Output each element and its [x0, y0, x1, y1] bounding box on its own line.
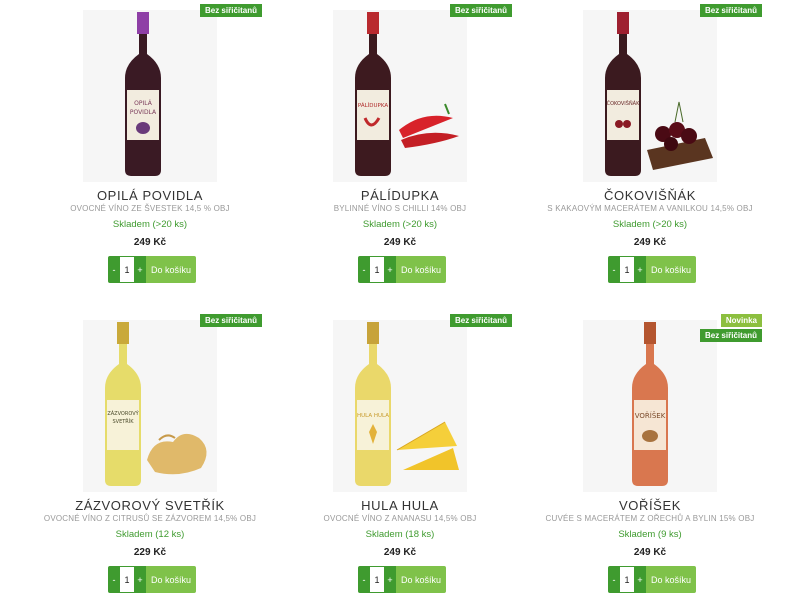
add-to-cart-group: - 1 + Do košíku — [608, 566, 696, 593]
add-to-cart-button[interactable]: Do košíku — [146, 256, 196, 283]
product-card[interactable]: VOŘÍŠEK Novinka Bez siřičitanů VOŘÍŠEK C… — [525, 310, 775, 610]
product-price: 249 Kč — [133, 237, 167, 248]
stock-status: Skladem (12 ks) — [115, 529, 185, 540]
badge-no-sulfites: Bez siřičitanů — [449, 4, 512, 17]
product-description: S KAKAOVÝM MACERÁTEM A VANILKOU 14,5% OB… — [547, 204, 753, 213]
product-description: OVOCNÉ VÍNO Z ANANASU 14,5% OBJ — [323, 514, 477, 523]
product-name[interactable]: VOŘÍŠEK — [525, 498, 775, 513]
quantity-decrease-button[interactable]: - — [108, 566, 120, 593]
quantity-increase-button[interactable]: + — [134, 256, 146, 283]
quantity-input[interactable]: 1 — [120, 566, 134, 593]
quantity-increase-button[interactable]: + — [384, 256, 396, 283]
product-price: 229 Kč — [133, 547, 167, 558]
badge-new: Novinka — [720, 314, 762, 327]
add-to-cart-group: - 1 + Do košíku — [108, 566, 196, 593]
stock-status: Skladem (>20 ks) — [612, 219, 688, 230]
product-name[interactable]: ČOKOVIŠŇÁK — [525, 188, 775, 203]
product-price: 249 Kč — [633, 547, 667, 558]
badge-no-sulfites: Bez siřičitanů — [699, 4, 762, 17]
stock-status: Skladem (>20 ks) — [362, 219, 438, 230]
add-to-cart-group: - 1 + Do košíku — [358, 566, 446, 593]
product-image[interactable]: HULA HULA — [333, 320, 467, 492]
badge-group: Bez siřičitanů — [449, 4, 512, 17]
product-price: 249 Kč — [383, 547, 417, 558]
add-to-cart-group: - 1 + Do košíku — [608, 256, 696, 283]
quantity-decrease-button[interactable]: - — [108, 256, 120, 283]
badge-no-sulfites: Bez siřičitanů — [449, 314, 512, 327]
product-price: 249 Kč — [383, 237, 417, 248]
product-image[interactable]: ČOKOVIŠŇÁK — [583, 10, 717, 182]
add-to-cart-button[interactable]: Do košíku — [646, 566, 696, 593]
product-image[interactable]: PÁLÍDUPKA — [333, 10, 467, 182]
quantity-increase-button[interactable]: + — [634, 256, 646, 283]
product-description: OVOCNÉ VÍNO Z CITRUSŮ SE ZÁZVOREM 14,5% … — [43, 514, 257, 523]
product-name[interactable]: PÁLÍDUPKA — [275, 188, 525, 203]
quantity-increase-button[interactable]: + — [384, 566, 396, 593]
product-description: BYLINNÉ VÍNO S CHILLI 14% OBJ — [333, 204, 467, 213]
quantity-decrease-button[interactable]: - — [358, 256, 370, 283]
product-name[interactable]: HULA HULA — [275, 498, 525, 513]
quantity-decrease-button[interactable]: - — [358, 566, 370, 593]
svg-text:OPILÁ: OPILÁ — [134, 100, 153, 107]
product-card[interactable]: PÁLÍDUPKA Bez siřičitanů PÁLÍDUPKA BYLIN… — [275, 0, 525, 300]
product-card[interactable]: HULA HULA Bez siřičitanů HULA HULA OVOCN… — [275, 310, 525, 610]
product-price: 249 Kč — [633, 237, 667, 248]
svg-text:VOŘÍŠEK: VOŘÍŠEK — [635, 411, 666, 420]
add-to-cart-group: - 1 + Do košíku — [358, 256, 446, 283]
add-to-cart-button[interactable]: Do košíku — [396, 566, 446, 593]
product-card[interactable]: ZÁZVOROVÝ SVETŘÍK Bez siřičitanů ZÁZVORO… — [25, 310, 275, 610]
badge-group: Bez siřičitanů — [699, 4, 762, 17]
quantity-decrease-button[interactable]: - — [608, 566, 620, 593]
badge-no-sulfites: Bez siřičitanů — [199, 4, 262, 17]
product-description: OVOCNÉ VÍNO ZE ŠVESTEK 14,5 % OBJ — [70, 204, 230, 213]
quantity-increase-button[interactable]: + — [134, 566, 146, 593]
svg-text:POVIDLA: POVIDLA — [130, 109, 157, 116]
stock-status: Skladem (>20 ks) — [112, 219, 188, 230]
add-to-cart-button[interactable]: Do košíku — [146, 566, 196, 593]
svg-text:ZÁZVOROVÝ: ZÁZVOROVÝ — [107, 410, 139, 417]
badge-group: Novinka Bez siřičitanů — [699, 314, 762, 342]
quantity-increase-button[interactable]: + — [634, 566, 646, 593]
quantity-input[interactable]: 1 — [370, 256, 384, 283]
quantity-input[interactable]: 1 — [620, 256, 634, 283]
product-image[interactable]: OPILÁ POVIDLA — [83, 10, 217, 182]
product-name[interactable]: ZÁZVOROVÝ SVETŘÍK — [25, 498, 275, 513]
add-to-cart-button[interactable]: Do košíku — [396, 256, 446, 283]
badge-group: Bez siřičitanů — [199, 314, 262, 327]
add-to-cart-group: - 1 + Do košíku — [108, 256, 196, 283]
product-card[interactable]: OPILÁ POVIDLA Bez siřičitanů OPILÁ POVID… — [25, 0, 275, 300]
quantity-input[interactable]: 1 — [120, 256, 134, 283]
badge-group: Bez siřičitanů — [449, 314, 512, 327]
product-name[interactable]: OPILÁ POVIDLA — [25, 188, 275, 203]
product-description: CUVÉE S MACERÁTEM Z OŘECHŮ A BYLIN 15% O… — [545, 514, 755, 523]
stock-status: Skladem (18 ks) — [365, 529, 435, 540]
quantity-input[interactable]: 1 — [620, 566, 634, 593]
add-to-cart-button[interactable]: Do košíku — [646, 256, 696, 283]
svg-text:SVETŘÍK: SVETŘÍK — [112, 417, 134, 425]
svg-text:ČOKOVIŠŇÁK: ČOKOVIŠŇÁK — [607, 100, 641, 107]
product-card[interactable]: ČOKOVIŠŇÁK Bez siřičitanů ČOKOVIŠŇÁK S K… — [525, 0, 775, 300]
product-image[interactable]: ZÁZVOROVÝ SVETŘÍK — [83, 320, 217, 492]
svg-text:PÁLÍDUPKA: PÁLÍDUPKA — [358, 102, 389, 109]
product-image[interactable]: VOŘÍŠEK — [583, 320, 717, 492]
svg-text:HULA HULA: HULA HULA — [357, 413, 389, 419]
quantity-decrease-button[interactable]: - — [608, 256, 620, 283]
badge-group: Bez siřičitanů — [199, 4, 262, 17]
badge-no-sulfites: Bez siřičitanů — [199, 314, 262, 327]
badge-no-sulfites: Bez siřičitanů — [699, 329, 762, 342]
stock-status: Skladem (9 ks) — [618, 529, 682, 540]
quantity-input[interactable]: 1 — [370, 566, 384, 593]
